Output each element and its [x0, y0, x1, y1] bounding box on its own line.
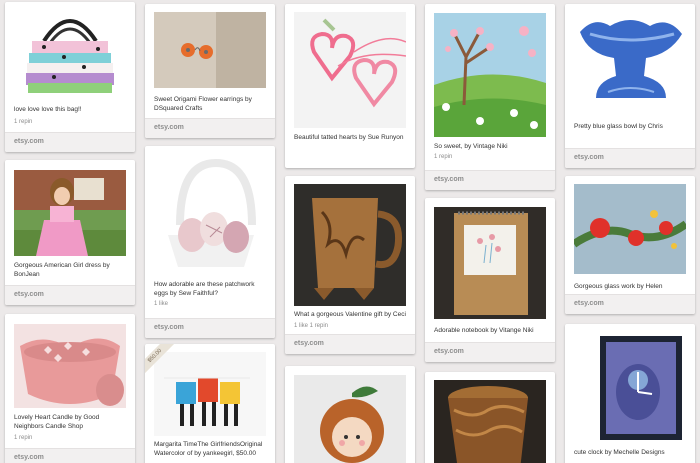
pin-card-painting[interactable]: So sweet, by Vintage Niki 1 repin etsy.c… [425, 4, 555, 190]
pin-card-hearts[interactable]: Beautiful tatted hearts by Sue Runyon [285, 4, 415, 168]
pin-description: Beautiful tatted hearts by Sue Runyon [294, 134, 404, 141]
pin-source[interactable]: etsy.com [5, 285, 135, 305]
pin-board: love love love this bag!! 1 repin etsy.c… [0, 0, 700, 463]
pin-card-earrings[interactable]: Sweet Origami Flower earrings by DSquare… [145, 4, 275, 138]
pin-image-watercolor[interactable] [154, 352, 266, 436]
pin-source[interactable]: etsy.com [565, 294, 695, 314]
pin-card-eggs[interactable]: How adorable are these patchwork eggs by… [145, 146, 275, 338]
pin-description: cute clock by Mechelle Designs [574, 449, 665, 456]
pin-source[interactable]: etsy.com [5, 132, 135, 152]
pin-description: love love love this bag!! [14, 106, 82, 113]
pin-image-eggs[interactable] [154, 155, 266, 273]
pin-image-candle[interactable] [14, 324, 126, 408]
pin-card-clock[interactable]: cute clock by Mechelle Designs [565, 324, 695, 463]
pin-source-label: etsy.com [574, 154, 604, 161]
pin-source[interactable]: etsy.com [145, 118, 275, 138]
pin-image-clock[interactable] [574, 332, 686, 442]
pin-source[interactable]: etsy.com [285, 334, 415, 354]
pin-image-earrings[interactable] [154, 12, 266, 88]
pin-source-label: etsy.com [574, 300, 604, 307]
pin-image-cup[interactable] [434, 380, 546, 463]
pin-source[interactable]: etsy.com [425, 342, 555, 362]
pin-description: Adorable notebook by Vitange Niki [434, 327, 534, 334]
pin-image-glasswork[interactable] [574, 184, 686, 274]
pin-description: Gorgeous American Girl dress by BonJean [14, 262, 110, 278]
pin-stats: 1 repin [434, 154, 453, 160]
pin-source-label: etsy.com [434, 176, 464, 183]
pin-source-label: etsy.com [154, 124, 184, 131]
pin-image-bag[interactable] [14, 11, 126, 99]
pin-card-candle[interactable]: Lovely Heart Candle by Good Neighbors Ca… [5, 314, 135, 463]
pin-image-mug[interactable] [294, 184, 406, 306]
pin-source-label: etsy.com [294, 340, 324, 347]
pin-image-painting[interactable] [434, 13, 546, 137]
pin-source-label: etsy.com [434, 348, 464, 355]
pin-image-hearts[interactable] [294, 12, 406, 128]
pin-source[interactable]: etsy.com [5, 448, 135, 463]
pin-source-label: etsy.com [14, 138, 44, 145]
pin-card-doll[interactable]: Gorgeous American Girl dress by BonJean … [5, 160, 135, 305]
pin-description: Lovely Heart Candle by Good Neighbors Ca… [14, 414, 100, 430]
pin-source-label: etsy.com [14, 454, 44, 461]
pin-description: How adorable are these patchwork eggs by… [154, 281, 255, 297]
pin-source-label: etsy.com [14, 291, 44, 298]
pin-card-cup[interactable] [425, 372, 555, 463]
pin-source[interactable]: etsy.com [145, 318, 275, 338]
pin-description: So sweet, by Vintage Niki [434, 143, 508, 150]
pin-image-feltdoll[interactable] [294, 375, 406, 463]
pin-card-watercolor[interactable]: $50.00 Margarita TimeThe GirlfriendsOrig… [145, 344, 275, 463]
pin-description: What a gorgeous Valentine gift by Ceci [294, 311, 406, 318]
pin-stats: 1 repin [14, 119, 33, 125]
pin-card-notebook[interactable]: Adorable notebook by Vitange Niki etsy.c… [425, 198, 555, 362]
pin-card-mug[interactable]: What a gorgeous Valentine gift by Ceci 1… [285, 176, 415, 354]
pin-stats: 1 like 1 repin [294, 323, 329, 329]
pin-image-bowl[interactable] [574, 12, 686, 116]
pin-description: Sweet Origami Flower earrings by DSquare… [154, 96, 252, 112]
pin-card-bowl[interactable]: Pretty blue glass bowl by Chris etsy.com [565, 4, 695, 168]
pin-image-doll[interactable] [14, 170, 126, 256]
pin-stats: 1 repin [14, 435, 33, 441]
pin-image-notebook[interactable] [434, 207, 546, 319]
pin-card-bag[interactable]: love love love this bag!! 1 repin etsy.c… [5, 2, 135, 152]
pin-card-feltdoll[interactable] [285, 366, 415, 463]
pin-source[interactable]: etsy.com [425, 170, 555, 190]
pin-description: Gorgeous glass work by Helen [574, 283, 663, 290]
pin-source[interactable]: etsy.com [565, 148, 695, 168]
pin-source-label: etsy.com [154, 324, 184, 331]
pin-stats: 1 like [154, 301, 169, 307]
pin-description: Margarita TimeThe GirlfriendsOriginal Wa… [154, 441, 263, 457]
pin-description: Pretty blue glass bowl by Chris [574, 123, 663, 130]
pin-card-glasswork[interactable]: Gorgeous glass work by Helen etsy.com [565, 176, 695, 314]
